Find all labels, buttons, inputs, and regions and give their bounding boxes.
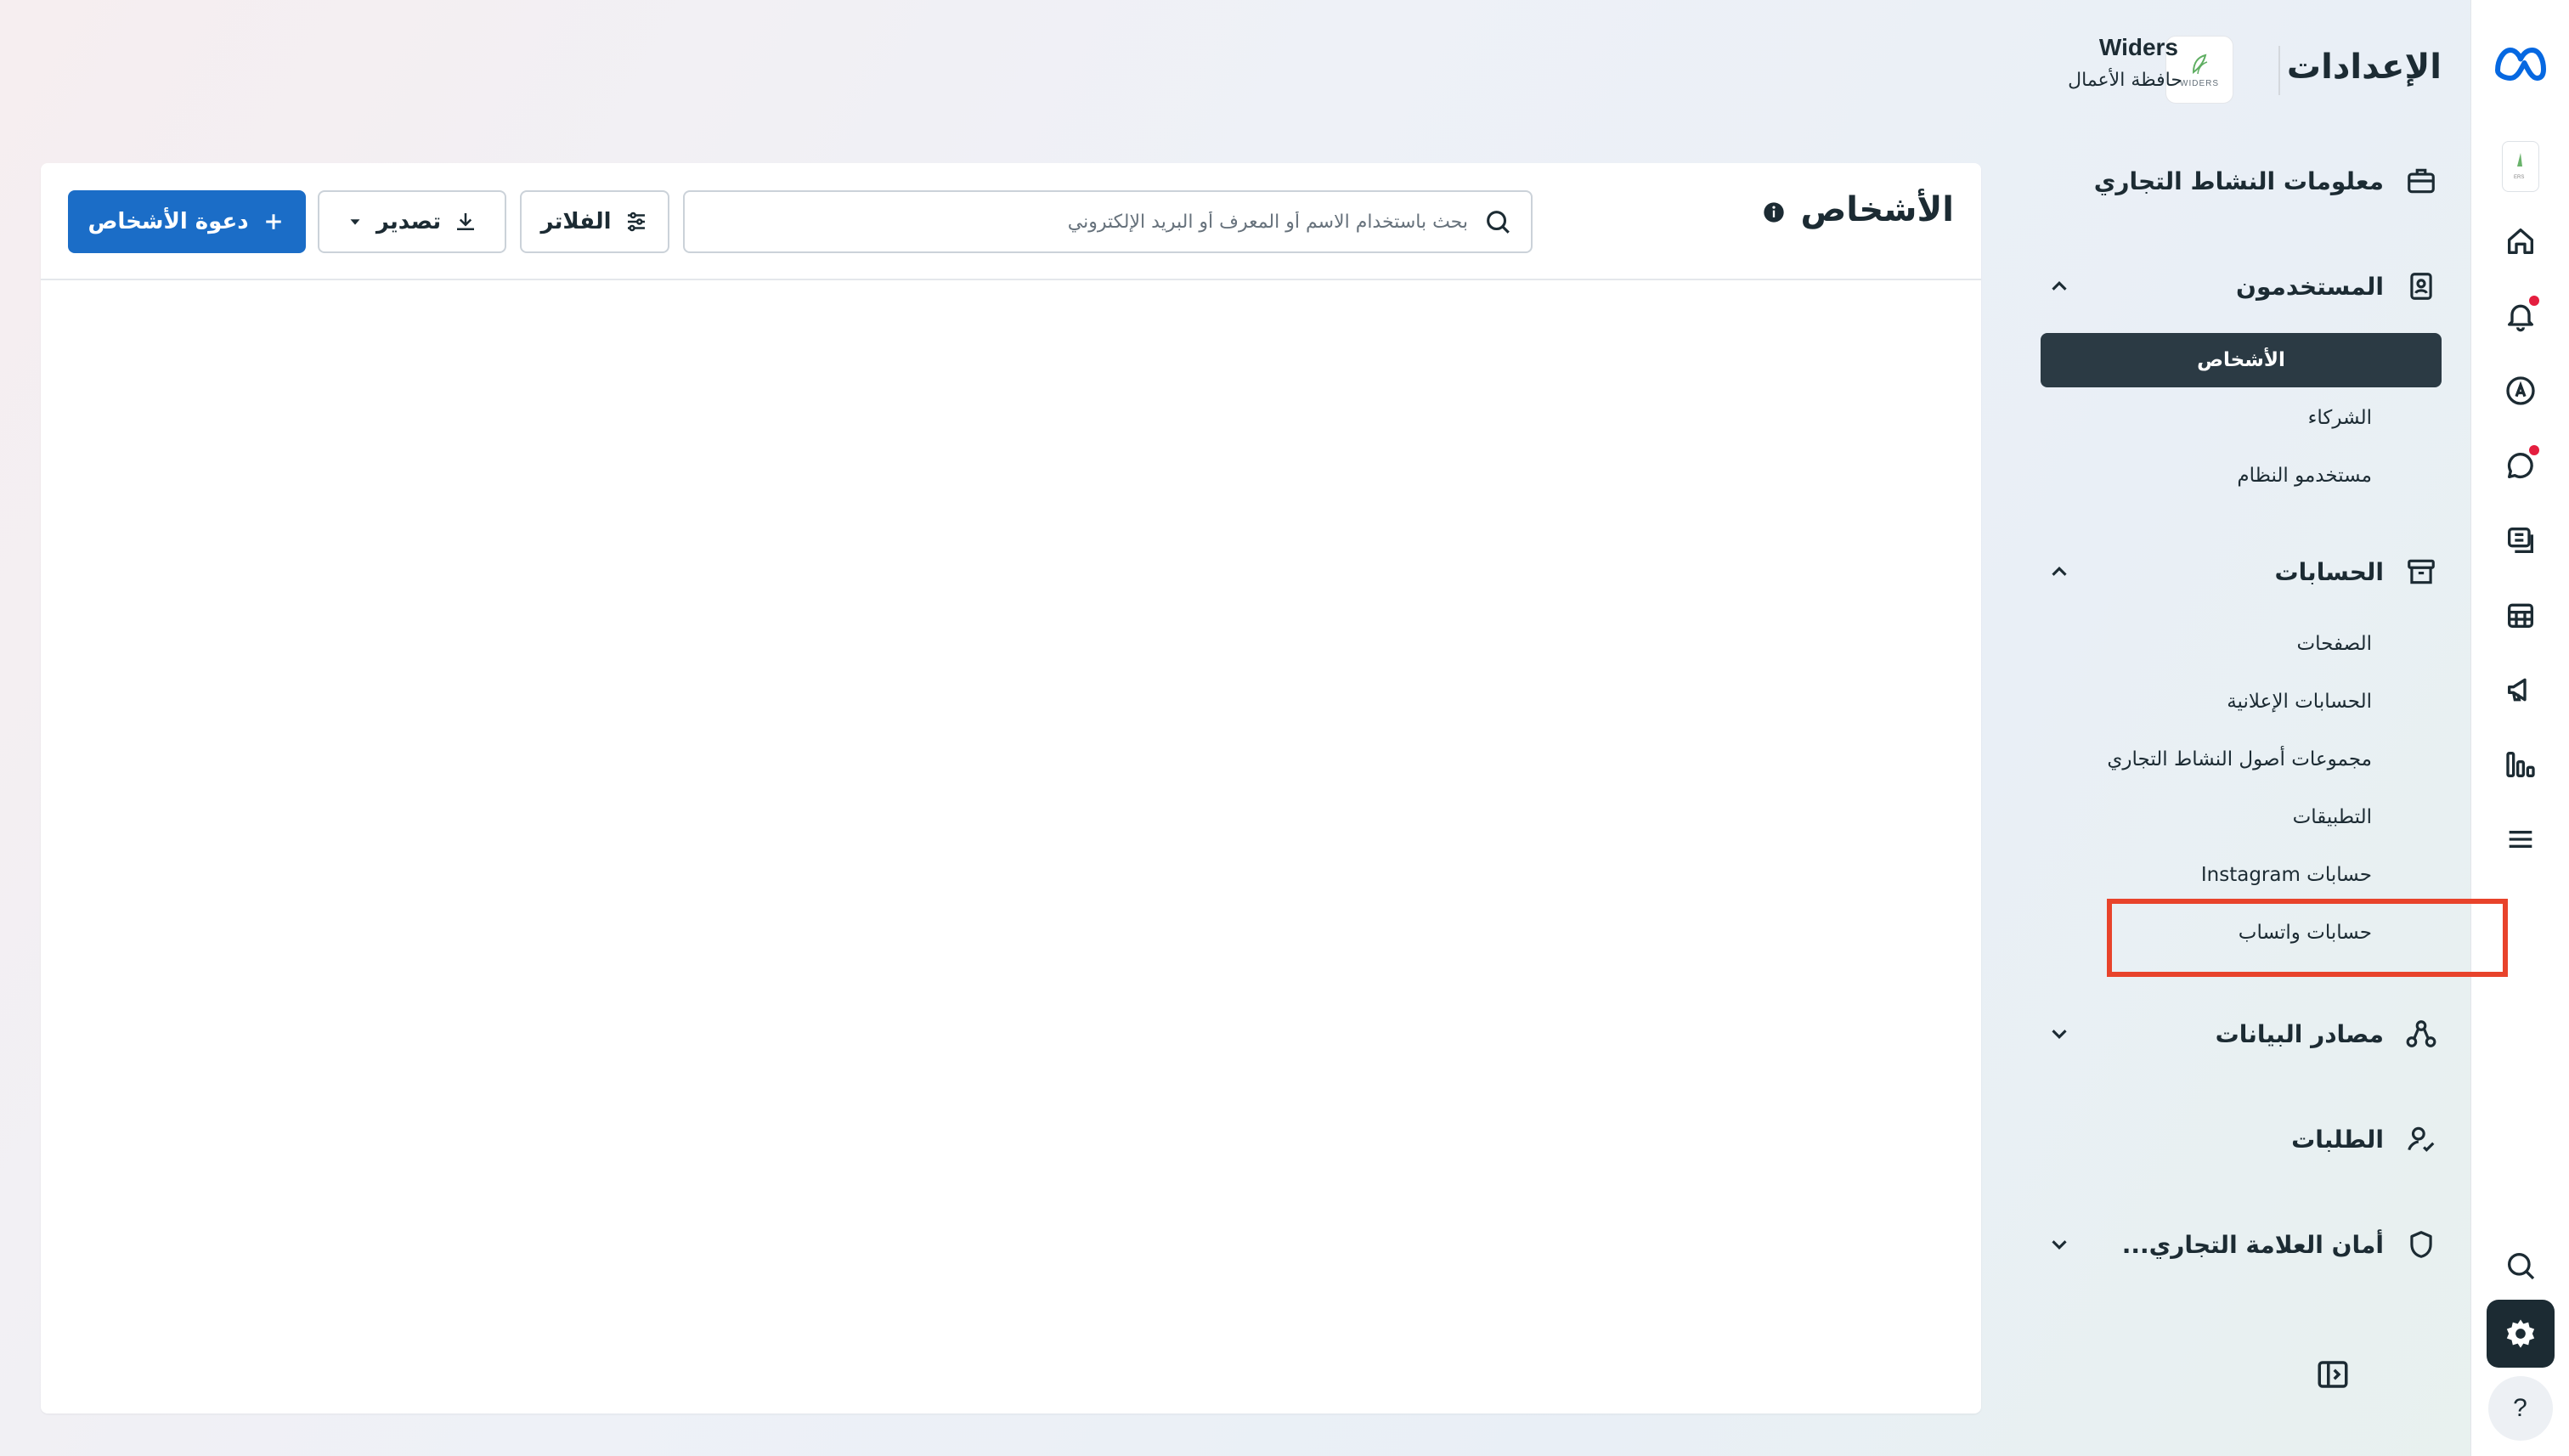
user-badge-icon (2401, 266, 2442, 307)
nav-users-label: المستخدمون (2236, 272, 2384, 301)
business-subtitle: حافظة الأعمال (2068, 70, 2182, 91)
filters-button[interactable]: الفلاتر (520, 190, 669, 253)
nav-data-sources-label: مصادر البيانات (2215, 1019, 2384, 1048)
nav-data-sources[interactable]: مصادر البيانات (2034, 1004, 2442, 1064)
chevron-up-icon[interactable] (2034, 559, 2085, 584)
briefcase-icon (2401, 161, 2442, 201)
planner-icon[interactable] (2487, 581, 2555, 649)
people-title: الأشخاص (1800, 190, 1955, 229)
archive-icon (2401, 551, 2442, 592)
people-panel: الأشخاص الفلاتر تصدير دعوة الأشخاص (41, 163, 1981, 1414)
nav-brand-safety-label: أمان العلامة التجاري... (2121, 1230, 2384, 1259)
home-icon[interactable] (2487, 207, 2555, 275)
collapse-sidebar-button[interactable] (2309, 1351, 2357, 1398)
nav-apps[interactable]: التطبيقات (2041, 790, 2442, 844)
notification-dot (2528, 296, 2539, 306)
nav-ad-accounts[interactable]: الحسابات الإعلانية (2041, 674, 2442, 729)
export-label: تصدير (375, 209, 442, 234)
content-icon[interactable] (2487, 506, 2555, 574)
invite-people-label: دعوة الأشخاص (88, 209, 249, 234)
nav-business-info-label: معلومات النشاط التجاري (2093, 166, 2384, 195)
download-icon (457, 213, 475, 230)
whatsapp-accounts-highlight (2107, 899, 2508, 977)
nav-users[interactable]: المستخدمون (2034, 257, 2442, 316)
nav-requests[interactable]: الطلبات (2034, 1109, 2442, 1169)
nav-requests-label: الطلبات (2291, 1125, 2384, 1154)
ads-icon[interactable] (2487, 656, 2555, 724)
inbox-icon[interactable] (2487, 432, 2555, 499)
filters-label: الفلاتر (540, 209, 612, 234)
help-button[interactable]: ? (2487, 1374, 2555, 1442)
search-input[interactable] (737, 211, 1468, 233)
sidebar-toggle-icon (2318, 1361, 2348, 1388)
shield-icon (2401, 1224, 2442, 1265)
info-icon[interactable] (1762, 200, 1786, 224)
menu-icon[interactable] (2487, 805, 2555, 873)
user-check-icon (2401, 1119, 2442, 1160)
nav-partners[interactable]: الشركاء (2041, 391, 2442, 445)
notifications-icon[interactable] (2487, 282, 2555, 350)
search-icon[interactable] (2487, 1232, 2555, 1300)
nav-system-users[interactable]: مستخدمو النظام (2041, 449, 2442, 503)
page-title: الإعدادات (2286, 48, 2442, 87)
data-sources-icon (2401, 1013, 2442, 1054)
sliders-icon (627, 212, 645, 232)
chevron-down-icon[interactable] (2034, 1021, 2085, 1047)
chevron-down-icon[interactable] (2034, 1232, 2085, 1257)
search-icon (1487, 211, 1510, 234)
meta-logo-icon[interactable] (2487, 29, 2555, 97)
settings-gear-icon[interactable] (2486, 1300, 2555, 1368)
notification-dot (2528, 445, 2539, 455)
business-name[interactable]: Widers (2099, 34, 2178, 61)
ads-manager-icon[interactable] (2487, 357, 2555, 425)
nav-people[interactable]: الأشخاص (2041, 333, 2442, 387)
nav-brand-safety[interactable]: أمان العلامة التجاري... (2034, 1215, 2442, 1274)
svg-text:ERS: ERS (2514, 175, 2524, 180)
plus-icon (265, 214, 281, 229)
insights-icon[interactable] (2487, 731, 2555, 799)
header-divider (2278, 46, 2280, 95)
export-button[interactable]: تصدير (318, 190, 506, 253)
icon-rail: ERS ? (2470, 0, 2569, 1456)
chevron-up-icon[interactable] (2034, 274, 2085, 299)
nav-pages[interactable]: الصفحات (2041, 617, 2442, 671)
help-icon: ? (2487, 1376, 2553, 1441)
business-thumbnail-icon[interactable]: ERS (2487, 133, 2555, 200)
nav-accounts[interactable]: الحسابات (2034, 542, 2442, 601)
settings-header: الإعدادات WIDERS Widers حافظة الأعمال (1847, 25, 2442, 119)
nav-business-info[interactable]: معلومات النشاط التجاري (2034, 151, 2442, 211)
search-field[interactable] (683, 190, 1533, 253)
people-panel-header: الأشخاص الفلاتر تصدير دعوة الأشخاص (41, 163, 1981, 280)
invite-people-button[interactable]: دعوة الأشخاص (68, 190, 306, 253)
business-logo-text: WIDERS (2180, 78, 2219, 88)
caret-down-icon (350, 219, 360, 225)
nav-accounts-label: الحسابات (2274, 557, 2384, 586)
nav-business-asset-groups[interactable]: مجموعات أصول النشاط التجاري (2041, 732, 2442, 787)
nav-instagram-accounts[interactable]: حسابات Instagram (2041, 848, 2442, 902)
leaf-icon (2192, 54, 2208, 74)
